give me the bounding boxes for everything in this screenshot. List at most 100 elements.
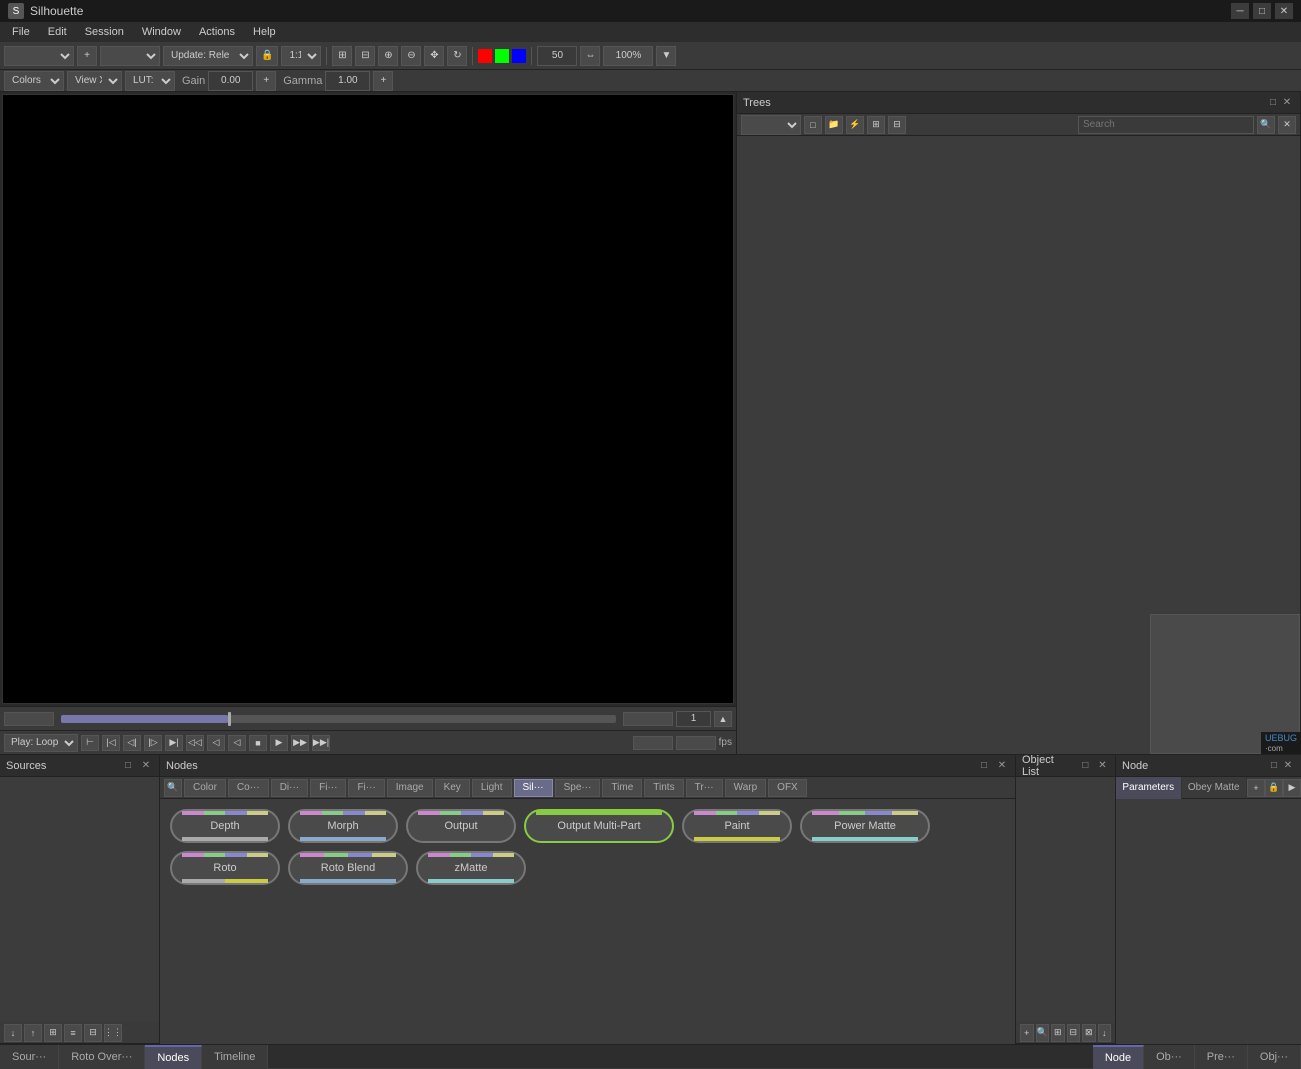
close-button[interactable]: ✕ [1275, 3, 1293, 19]
frame-up-btn[interactable]: ▲ [714, 711, 732, 727]
step-fwd-btn[interactable]: ◁ [207, 735, 225, 751]
menu-file[interactable]: File [4, 24, 38, 40]
objlist-tool2[interactable]: 🔍 [1036, 1024, 1050, 1042]
session-select[interactable] [4, 46, 74, 66]
trees-search-input[interactable] [1078, 116, 1254, 134]
tab-image[interactable]: Image [387, 779, 433, 797]
trees-close-btn[interactable]: ✕ [1280, 96, 1294, 110]
menu-window[interactable]: Window [134, 24, 189, 40]
tab-warp[interactable]: Warp [725, 779, 767, 797]
in-point[interactable] [633, 736, 673, 750]
zoom-down-btn[interactable]: ▼ [656, 46, 676, 66]
play-btn[interactable]: ▶ [270, 735, 288, 751]
sources-tool5[interactable]: ⊟ [84, 1024, 102, 1042]
colors-select[interactable]: Colors [4, 71, 64, 91]
tab-color[interactable]: Color [184, 779, 226, 797]
tab-nodes[interactable]: Nodes [145, 1045, 202, 1069]
gain-reset-btn[interactable]: + [256, 71, 276, 91]
tab-tr[interactable]: Tr··· [686, 779, 723, 797]
frame-range-start[interactable] [4, 712, 54, 726]
objlist-tool6[interactable]: ↓ [1098, 1024, 1112, 1042]
ratio-select[interactable]: 1:1 [281, 46, 321, 66]
rotate-btn[interactable]: ↻ [447, 46, 467, 66]
snap-btn[interactable]: ⊞ [332, 46, 352, 66]
prev-keyframe-btn[interactable]: |◁ [102, 735, 120, 751]
update-select[interactable]: Update: Rele [163, 46, 253, 66]
pan-btn[interactable]: ✥ [424, 46, 444, 66]
gamma-reset-btn[interactable]: + [373, 71, 393, 91]
restore-button[interactable]: □ [1253, 3, 1271, 19]
tab-filter2[interactable]: Fi··· [348, 779, 384, 797]
zoom-input[interactable] [603, 46, 653, 66]
node-output[interactable]: Output [406, 809, 516, 843]
tab-filter1[interactable]: Fi··· [310, 779, 346, 797]
current-frame-input[interactable] [676, 711, 711, 727]
node-depth[interactable]: Depth [170, 809, 280, 843]
right-tab-ob[interactable]: Ob··· [1144, 1045, 1195, 1069]
tab-sil[interactable]: Sil··· [514, 779, 553, 797]
trees-copy-btn[interactable]: ⊞ [867, 116, 885, 134]
tab-tints[interactable]: Tints [644, 779, 683, 797]
tab-comp[interactable]: Co··· [228, 779, 269, 797]
go-to-end-btn[interactable]: ▶▶| [312, 735, 330, 751]
viewer-canvas[interactable] [2, 94, 734, 704]
stop-btn[interactable]: ■ [249, 735, 267, 751]
node-output-multi-part[interactable]: Output Multi-Part [524, 809, 674, 843]
trees-lightning-btn[interactable]: ⚡ [846, 116, 864, 134]
trees-search-btn[interactable]: 🔍 [1257, 116, 1275, 134]
zoom-out-btn[interactable]: ⊖ [401, 46, 421, 66]
fps-link-btn[interactable]: ⇔ [580, 46, 600, 66]
play-prev-btn[interactable]: ◁ [228, 735, 246, 751]
node-obey-tab[interactable]: Obey Matte [1182, 777, 1248, 799]
rev-play-btn[interactable]: ◁◁ [186, 735, 204, 751]
sources-tool1[interactable]: ↓ [4, 1024, 22, 1042]
frame-range-end[interactable] [623, 712, 673, 726]
sources-tool6[interactable]: ⋮⋮ [104, 1024, 122, 1042]
sources-tool2[interactable]: ↑ [24, 1024, 42, 1042]
view-select[interactable]: View X [67, 71, 122, 91]
node-paint[interactable]: Paint [682, 809, 792, 843]
tab-time[interactable]: Time [602, 779, 642, 797]
minimize-button[interactable]: ─ [1231, 3, 1249, 19]
node-restore-btn[interactable]: □ [1267, 759, 1281, 773]
tab-spe[interactable]: Spe··· [555, 779, 601, 797]
fps-input[interactable] [537, 46, 577, 66]
trees-new-btn[interactable]: □ [804, 116, 822, 134]
right-tab-pre[interactable]: Pre··· [1195, 1045, 1248, 1069]
sources-tool4[interactable]: ≡ [64, 1024, 82, 1042]
gamma-input[interactable] [325, 71, 370, 91]
right-tab-obj[interactable]: Obj··· [1248, 1045, 1301, 1069]
node-roto[interactable]: Roto [170, 851, 280, 885]
node-morph[interactable]: Morph [288, 809, 398, 843]
play-mode-select[interactable]: Play: Loop [4, 734, 78, 752]
step-back-btn[interactable]: ◁| [123, 735, 141, 751]
node-power-matte[interactable]: Power Matte [800, 809, 930, 843]
ff-btn[interactable]: ▶▶ [291, 735, 309, 751]
objlist-tool3[interactable]: ⊞ [1051, 1024, 1065, 1042]
out-point[interactable] [676, 736, 716, 750]
tab-roto-overlay[interactable]: Roto Over··· [59, 1045, 145, 1069]
node-params-tab[interactable]: Parameters [1116, 777, 1182, 799]
lut-select[interactable]: LUT: n [125, 71, 175, 91]
menu-help[interactable]: Help [245, 24, 284, 40]
trees-link-btn[interactable]: ⊟ [888, 116, 906, 134]
add-session-btn[interactable]: + [77, 46, 97, 66]
node-select[interactable] [100, 46, 160, 66]
sources-restore-btn[interactable]: □ [121, 759, 135, 773]
trees-view-select[interactable] [741, 115, 801, 135]
nodes-search-btn[interactable]: 🔍 [164, 779, 182, 797]
sources-close-btn[interactable]: ✕ [139, 759, 153, 773]
node-add-param-btn[interactable]: + [1247, 779, 1265, 797]
trees-clear-btn[interactable]: ✕ [1278, 116, 1296, 134]
lock-btn[interactable]: 🔒 [256, 46, 278, 66]
go-to-start-btn[interactable]: ⊢ [81, 735, 99, 751]
zoom-fit-btn[interactable]: ⊕ [378, 46, 398, 66]
trees-folder-btn[interactable]: 📁 [825, 116, 843, 134]
tab-ofx[interactable]: OFX [768, 779, 807, 797]
node-close-btn[interactable]: ✕ [1281, 759, 1295, 773]
trees-restore-btn[interactable]: □ [1266, 96, 1280, 110]
timeline-track[interactable] [61, 715, 616, 723]
prev-frame-btn[interactable]: |▷ [144, 735, 162, 751]
node-more-btn[interactable]: ▶ [1283, 779, 1301, 797]
tab-light[interactable]: Light [472, 779, 512, 797]
